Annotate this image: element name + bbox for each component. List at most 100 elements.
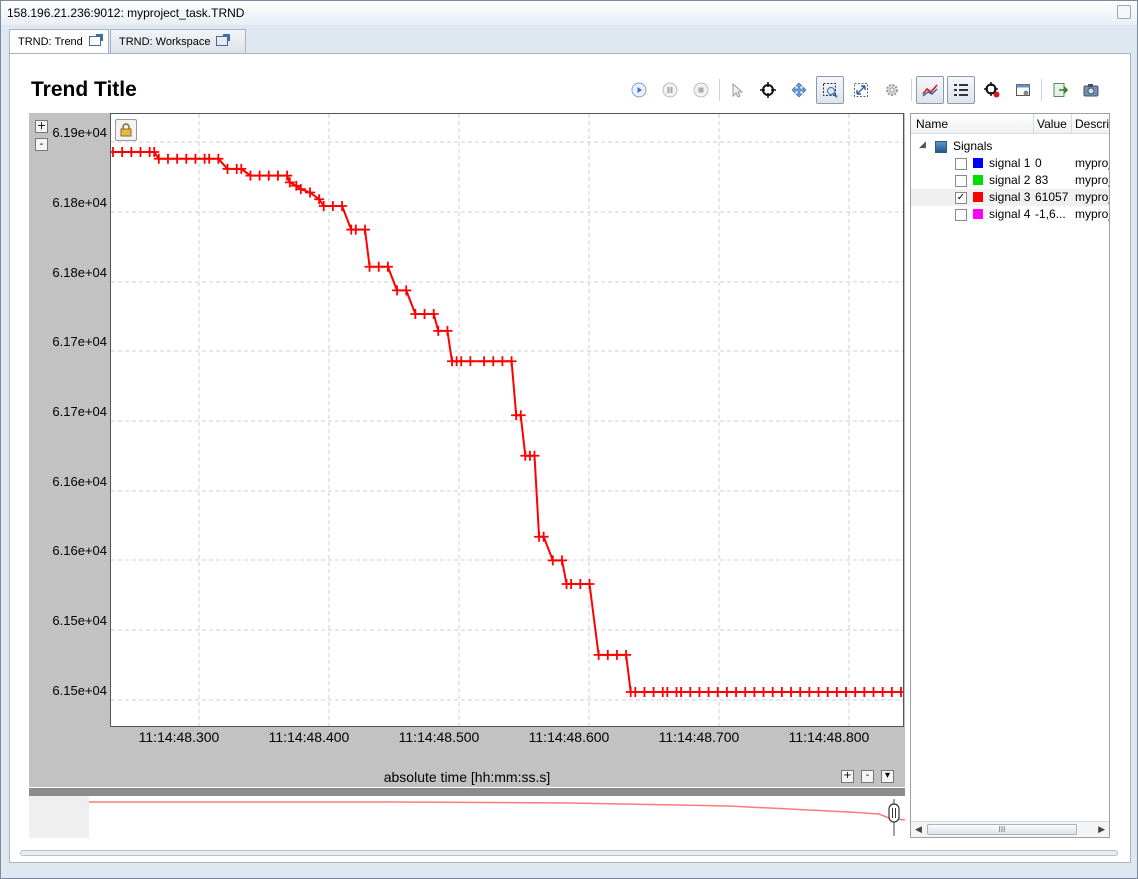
data-point-marker <box>575 579 586 589</box>
show-trend-icon[interactable] <box>916 76 944 104</box>
signal-row[interactable]: signal 1 0 myproj <box>911 155 1109 172</box>
tab-trend[interactable]: TRND: Trend <box>9 29 109 54</box>
x-tick-label: 11:14:48.700 <box>658 729 740 745</box>
detach-icon[interactable] <box>88 34 103 46</box>
x-tick-label: 11:14:48.300 <box>138 729 220 745</box>
scroll-left-icon[interactable]: ◀ <box>915 824 922 835</box>
data-point-marker <box>392 285 403 296</box>
plot-area: + - 6.19e+04 6.18e+04 6.18e+04 6.17e+04 6.17… <box>29 113 906 787</box>
signal-legend-panel: Name Value Descrip ◢ Signals signal 1 0 my… <box>910 113 1110 838</box>
signal-row[interactable]: ✓ signal 3 61057 myproj <box>911 189 1109 206</box>
pause-icon[interactable] <box>656 76 684 104</box>
trend-title: Trend Title <box>31 78 137 101</box>
signal-row[interactable]: signal 2 83 myproj <box>911 172 1109 189</box>
signal-description: myproj <box>1075 207 1110 221</box>
signals-group-row[interactable]: ◢ Signals <box>911 138 1109 155</box>
overview-navigator[interactable] <box>29 788 906 838</box>
zoom-fit-icon[interactable] <box>847 76 875 104</box>
x-axis-menu-button[interactable]: ▾ <box>881 770 894 783</box>
pan-icon[interactable] <box>785 76 813 104</box>
zoom-box-icon[interactable] <box>816 76 844 104</box>
column-value[interactable]: Value <box>1037 117 1067 131</box>
lock-axis-button[interactable] <box>115 119 137 141</box>
data-point-marker <box>162 153 173 164</box>
data-point-marker <box>630 687 641 697</box>
x-axis-label: absolute time [hh:mm:ss.s] <box>383 769 551 785</box>
signals-group-label: Signals <box>953 139 993 153</box>
window-close-button[interactable] <box>1117 5 1131 19</box>
app-window: 158.196.21.236:9012: myproject_task.TRND… <box>0 0 1138 879</box>
stop-icon[interactable] <box>687 76 715 104</box>
data-point-marker <box>703 687 714 697</box>
data-point-marker <box>117 147 128 157</box>
tab-workspace-label: TRND: Workspace <box>119 36 211 48</box>
screenshot-camera-icon[interactable] <box>1077 76 1105 104</box>
legend-horizontal-scrollbar[interactable]: ◀ III ▶ <box>911 821 1109 837</box>
data-point-marker <box>639 687 650 697</box>
signal-value: 0 <box>1035 156 1042 170</box>
data-point-marker <box>410 309 421 319</box>
signal-row[interactable]: signal 4 -1,6... myproj <box>911 206 1109 223</box>
data-point-marker <box>731 687 742 697</box>
signal-checkbox[interactable] <box>955 175 967 187</box>
data-point-marker <box>721 687 732 697</box>
data-point-marker <box>896 687 906 697</box>
pointer-icon[interactable] <box>723 76 751 104</box>
scroll-thumb[interactable]: III <box>927 824 1077 835</box>
data-point-marker <box>776 687 787 697</box>
window-title: 158.196.21.236:9012: myproject_task.TRND <box>7 6 245 20</box>
signal-color-swatch[interactable] <box>973 209 983 219</box>
data-point-marker <box>529 450 540 461</box>
data-point-marker <box>327 201 338 211</box>
signal-description: myproj <box>1075 190 1110 204</box>
signal-color-swatch[interactable] <box>973 158 983 168</box>
x-zoom-in-button[interactable]: + <box>841 770 854 783</box>
data-point-marker <box>676 687 687 697</box>
add-cursor-icon[interactable] <box>978 76 1006 104</box>
collapse-arrow-icon[interactable]: ◢ <box>919 139 926 150</box>
show-legend-icon[interactable] <box>947 76 975 104</box>
data-point-marker <box>621 649 632 660</box>
detach-icon[interactable] <box>216 34 231 46</box>
signal-name: signal 1 <box>989 156 1031 170</box>
data-point-marker <box>506 356 517 367</box>
data-point-marker <box>859 687 870 697</box>
signal-checkbox[interactable]: ✓ <box>955 192 967 204</box>
data-point-marker <box>428 309 439 319</box>
data-point-marker <box>593 649 604 660</box>
data-point-marker <box>204 153 215 164</box>
overview-range-handle[interactable] <box>888 799 900 836</box>
overview-plot[interactable] <box>89 796 906 838</box>
signal-color-swatch[interactable] <box>973 192 983 202</box>
data-point-marker <box>181 153 192 164</box>
tab-trend-label: TRND: Trend <box>18 36 83 48</box>
scroll-right-icon[interactable]: ▶ <box>1098 824 1105 835</box>
column-description[interactable]: Descrip <box>1075 117 1109 131</box>
data-point-marker <box>584 579 595 589</box>
data-point-marker <box>786 687 797 697</box>
data-point-marker <box>359 224 370 235</box>
window-settings-icon[interactable] <box>1009 76 1037 104</box>
export-icon[interactable] <box>1046 76 1074 104</box>
y-tick-label: 6.15e+04 <box>52 613 107 628</box>
play-icon[interactable] <box>625 76 653 104</box>
y-tick-label: 6.16e+04 <box>52 474 107 489</box>
data-point-marker <box>886 687 897 697</box>
x-zoom-out-button[interactable]: - <box>861 770 874 783</box>
signal-checkbox[interactable] <box>955 209 967 221</box>
signal-description: myproj <box>1075 156 1110 170</box>
column-name[interactable]: Name <box>916 117 948 131</box>
settings-gear-icon[interactable] <box>878 76 906 104</box>
y-tick-label: 6.17e+04 <box>52 404 107 419</box>
tab-workspace[interactable]: TRND: Workspace <box>110 29 246 53</box>
group-icon <box>935 141 947 153</box>
data-point-marker <box>515 410 526 421</box>
y-tick-label: 6.19e+04 <box>52 125 107 140</box>
signal-color-swatch[interactable] <box>973 175 983 185</box>
panel-bottom-scrollbar[interactable] <box>20 850 1118 856</box>
signal-checkbox[interactable] <box>955 158 967 170</box>
data-point-marker <box>497 356 508 367</box>
window-titlebar: 158.196.21.236:9012: myproject_task.TRND <box>1 1 1137 25</box>
crosshair-icon[interactable] <box>754 76 782 104</box>
plot-canvas[interactable] <box>108 113 906 727</box>
